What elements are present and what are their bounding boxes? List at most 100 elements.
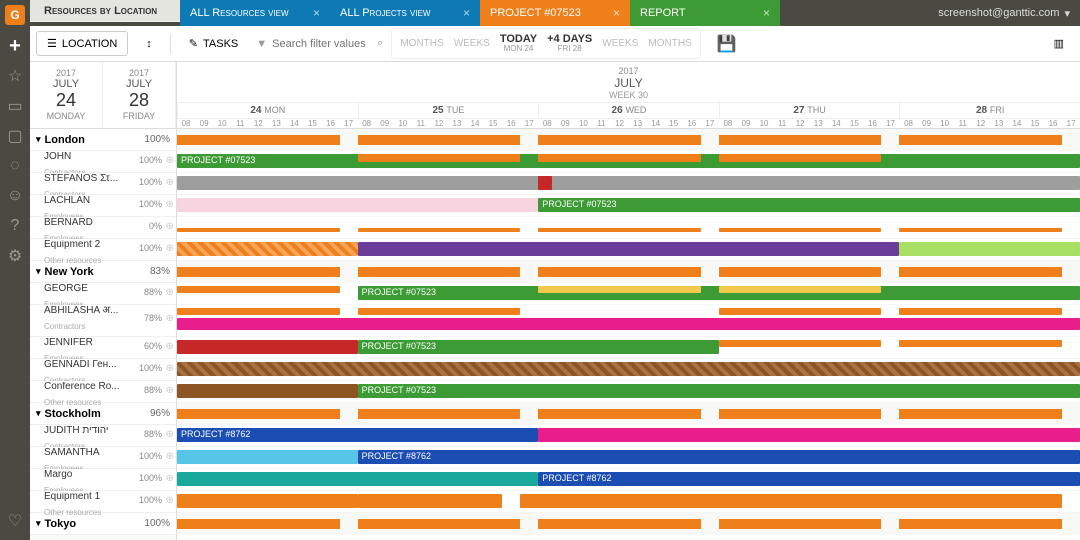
timeline-row[interactable]: PROJECT #07523 [177, 195, 1080, 217]
add-task-icon[interactable]: ⊕ [166, 341, 174, 352]
task-bar[interactable] [177, 286, 340, 293]
document-icon[interactable]: ▭ [6, 97, 24, 115]
task-bar[interactable] [358, 154, 521, 162]
filter-search[interactable]: ▼ ⌕ [256, 37, 383, 50]
close-icon[interactable]: × [313, 6, 320, 20]
task-bar[interactable] [538, 228, 701, 232]
save-icon[interactable]: 💾 [717, 34, 737, 54]
resource-row[interactable]: JENNIFEREmployees60%⊕ [30, 337, 176, 359]
resource-row[interactable]: GENNADI Ген...Contractors100%⊕ [30, 359, 176, 381]
timeline-row[interactable]: PROJECT #07523 [177, 151, 1080, 173]
task-bar[interactable] [177, 228, 340, 232]
date-card[interactable]: 2017JULY24MONDAY [30, 62, 103, 128]
add-task-icon[interactable]: ⊕ [166, 155, 174, 166]
resource-row[interactable]: LACHLANEmployees100%⊕ [30, 195, 176, 217]
timeline-row[interactable] [177, 491, 1080, 513]
resource-row[interactable]: JUDITH יהודיתContractors88%⊕ [30, 425, 176, 447]
task-bar[interactable] [177, 176, 1080, 190]
task-bar[interactable]: PROJECT #8762 [358, 450, 1080, 464]
task-bar[interactable] [177, 318, 1080, 330]
add-task-icon[interactable]: ⊕ [166, 473, 174, 484]
tab-1[interactable]: ALL Resources view× [180, 0, 330, 26]
task-bar[interactable] [538, 286, 701, 293]
task-bar[interactable]: PROJECT #07523 [358, 384, 1080, 398]
group-header[interactable]: ▾London100% [30, 129, 176, 151]
today-button[interactable]: TODAYMON 24 [500, 33, 537, 54]
add-icon[interactable]: + [6, 37, 24, 55]
folder-icon[interactable]: ▢ [6, 127, 24, 145]
add-task-icon[interactable]: ⊕ [166, 385, 174, 396]
task-bar[interactable] [719, 308, 882, 315]
add-task-icon[interactable]: ⊕ [166, 221, 174, 232]
add-task-icon[interactable]: ⊕ [166, 363, 174, 374]
timeline-row[interactable]: PROJECT #07523 [177, 283, 1080, 305]
resource-row[interactable]: GEORGEEmployees88%⊕ [30, 283, 176, 305]
task-bar[interactable] [358, 242, 900, 256]
heart-icon[interactable]: ♡ [6, 512, 24, 530]
task-bar[interactable] [719, 154, 882, 162]
add-task-icon[interactable]: ⊕ [166, 177, 174, 188]
add-task-icon[interactable]: ⊕ [166, 199, 174, 210]
add-task-icon[interactable]: ⊕ [166, 287, 174, 298]
sort-button[interactable]: ↕ [136, 33, 162, 55]
tab-0[interactable]: Resources by Location [30, 0, 180, 22]
close-icon[interactable]: × [763, 6, 770, 20]
date-range-control[interactable]: MONTHS WEEKS TODAYMON 24 +4 DAYSFRI 28 W… [391, 28, 700, 59]
end-date-button[interactable]: +4 DAYSFRI 28 [547, 33, 592, 54]
task-bar[interactable] [177, 362, 1080, 376]
timeline-row[interactable] [177, 217, 1080, 239]
task-bar[interactable] [358, 228, 521, 232]
task-bar[interactable] [899, 242, 1080, 256]
task-bar[interactable] [719, 228, 882, 232]
tab-3[interactable]: PROJECT #07523× [480, 0, 630, 26]
timeline-row[interactable]: PROJECT #07523 [177, 381, 1080, 403]
search-input[interactable] [272, 38, 372, 50]
timeline-row[interactable]: PROJECT #07523 [177, 337, 1080, 359]
task-bar[interactable] [899, 308, 1062, 315]
gear-icon[interactable]: ⚙ [6, 247, 24, 265]
timeline-row[interactable]: PROJECT #8762 [177, 469, 1080, 491]
task-bar[interactable] [177, 450, 358, 464]
resource-row[interactable]: Equipment 2Other resources100%⊕ [30, 239, 176, 261]
task-bar[interactable]: PROJECT #07523 [538, 198, 1080, 212]
task-bar[interactable] [177, 494, 358, 508]
resource-row[interactable]: STEFANOS Στ...Contractors100%⊕ [30, 173, 176, 195]
task-bar[interactable] [538, 428, 1080, 442]
timeline-row[interactable] [177, 173, 1080, 195]
user-icon[interactable]: ☺ [6, 187, 24, 205]
task-bar[interactable] [177, 384, 358, 398]
months-in-label[interactable]: MONTHS [648, 38, 691, 49]
star-icon[interactable]: ☆ [6, 67, 24, 85]
task-bar[interactable] [538, 176, 552, 190]
add-task-icon[interactable]: ⊕ [166, 451, 174, 462]
timeline-row[interactable] [177, 305, 1080, 337]
date-card[interactable]: 2017JULY28FRIDAY [103, 62, 176, 128]
task-bar[interactable] [899, 228, 1062, 232]
account-menu[interactable]: screenshot@ganttic.com ▾ [928, 0, 1080, 26]
task-bar[interactable] [719, 340, 882, 347]
task-bar[interactable]: PROJECT #8762 [177, 428, 538, 442]
task-bar[interactable] [177, 198, 538, 212]
task-bar[interactable] [520, 494, 1062, 508]
resource-row[interactable]: JOHNContractors100%⊕ [30, 151, 176, 173]
close-icon[interactable]: × [463, 6, 470, 20]
resource-row[interactable]: MargoEmployees100%⊕ [30, 469, 176, 491]
task-bar[interactable] [899, 340, 1062, 347]
weeks-in-label[interactable]: WEEKS [602, 38, 638, 49]
months-out-label[interactable]: MONTHS [400, 38, 443, 49]
task-bar[interactable] [177, 472, 538, 486]
location-button[interactable]: ☰ LOCATION [36, 31, 128, 56]
task-bar[interactable] [177, 340, 358, 354]
resource-row[interactable]: SAMANTHAEmployees100%⊕ [30, 447, 176, 469]
tab-2[interactable]: ALL Projects view× [330, 0, 480, 26]
timeline-row[interactable]: PROJECT #8762 [177, 447, 1080, 469]
add-task-icon[interactable]: ⊕ [166, 313, 174, 324]
weeks-out-label[interactable]: WEEKS [454, 38, 490, 49]
help-icon[interactable]: ? [6, 217, 24, 235]
tasks-button[interactable]: ✎ TASKS [179, 32, 248, 55]
timeline-row[interactable] [177, 359, 1080, 381]
task-bar[interactable]: PROJECT #8762 [538, 472, 1080, 486]
close-icon[interactable]: × [613, 6, 620, 20]
task-bar[interactable] [358, 308, 521, 315]
chart-icon[interactable]: ▥ [1044, 32, 1074, 55]
